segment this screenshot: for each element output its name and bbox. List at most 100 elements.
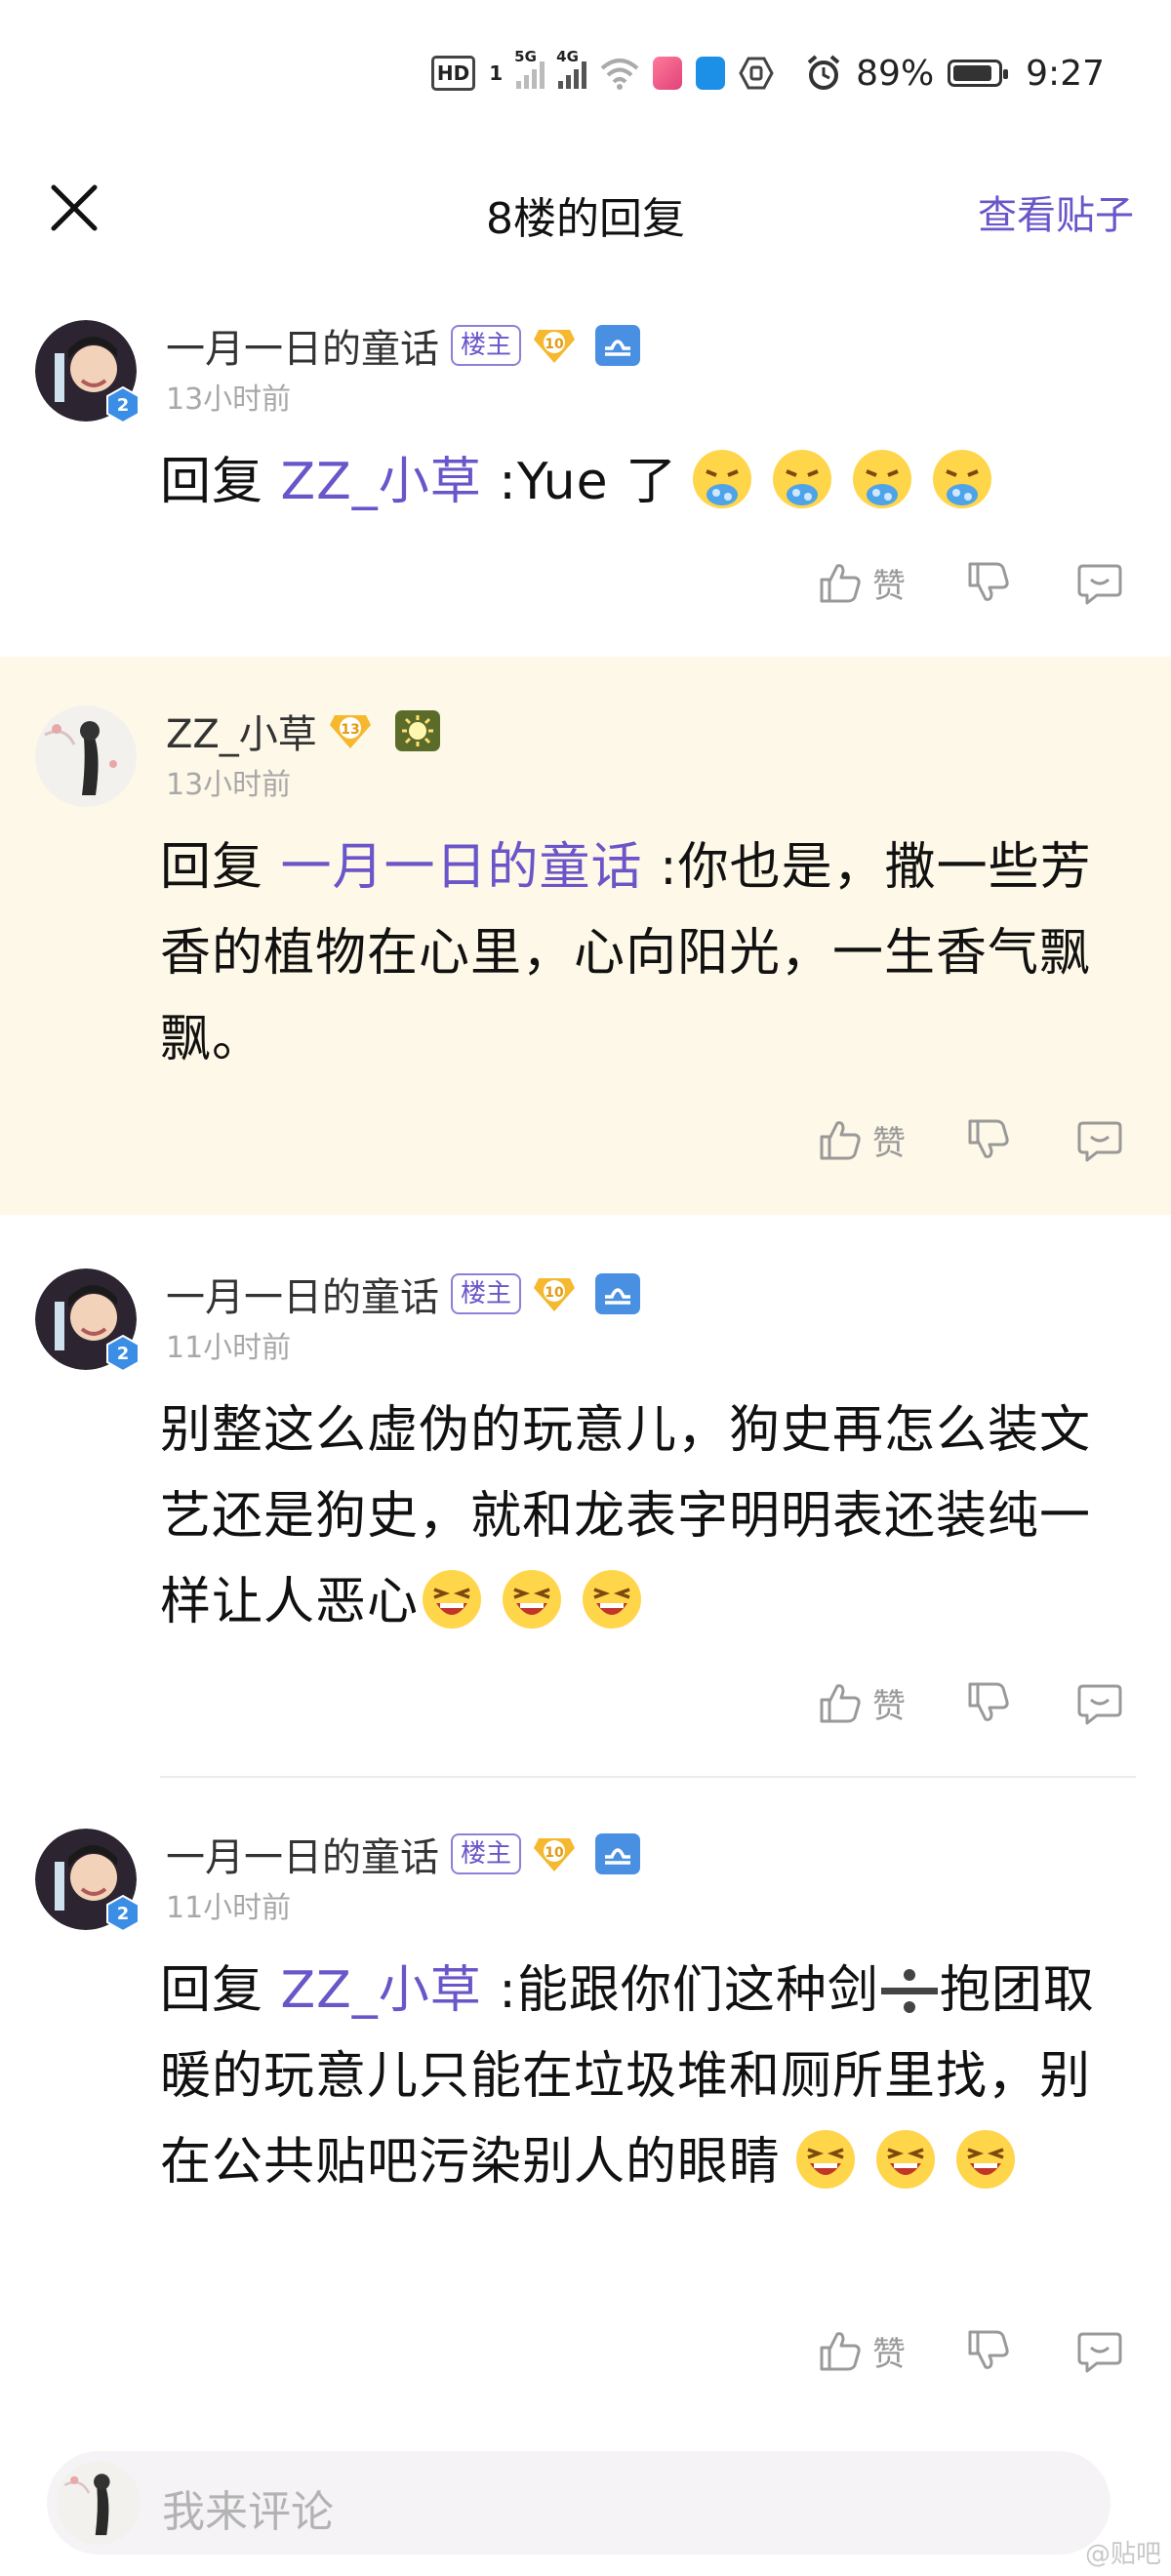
reply-item: 2 一月一日的童话 楼主 10 11小时前 回复 ZZ_小草 :能跟你们这种剑抱…	[0, 1780, 1171, 2414]
watermark: @贴吧	[1084, 2540, 1161, 2569]
dislike-button[interactable]	[964, 1678, 1013, 1727]
top-bar: 8楼的回复 查看贴子	[0, 146, 1171, 273]
laughing-emoji-icon	[423, 1570, 482, 1629]
host-tag: 楼主	[451, 1273, 522, 1314]
username[interactable]: 一月一日的童话	[166, 317, 439, 374]
shield-icon	[739, 57, 774, 90]
laughing-emoji-icon	[956, 2130, 1016, 2189]
thumbs-down-icon	[968, 1119, 1009, 1158]
libra-icon	[595, 325, 641, 366]
battery-fill	[953, 65, 992, 81]
hd-icon: HD	[430, 56, 476, 91]
laughing-emoji-icon	[796, 2130, 856, 2189]
libra-icon	[595, 1273, 641, 1314]
like-button[interactable]: 赞	[816, 1115, 964, 1164]
thumbs-up-icon	[820, 564, 861, 603]
post-time: 11小时前	[166, 1331, 292, 1365]
sun-badge-icon	[394, 710, 440, 751]
dislike-button[interactable]	[964, 2326, 1013, 2375]
username[interactable]: ZZ_小草	[166, 703, 317, 759]
mention-link[interactable]: ZZ_小草	[281, 453, 482, 511]
reply-button[interactable]	[1075, 1678, 1124, 1727]
reply-content: 回复 一月一日的童话 :你也是，撒一些芳香的植物在心里，心向阳光，一生香气飘飘。	[160, 825, 1122, 1082]
svg-text:13: 13	[341, 722, 359, 738]
host-tag: 楼主	[451, 325, 522, 366]
like-button[interactable]: 赞	[816, 1678, 964, 1727]
thumbs-down-icon	[968, 2330, 1009, 2369]
reply-prefix: 回复	[160, 1961, 281, 2020]
like-button[interactable]: 赞	[816, 558, 964, 607]
wifi-icon	[600, 59, 639, 90]
reply-text: :能跟你们这种剑	[481, 1961, 879, 2020]
signal-4g-label: 4G	[556, 48, 579, 65]
signal-5g-icon: 5G	[514, 48, 545, 89]
vomit-emoji-icon	[933, 450, 992, 508]
username[interactable]: 一月一日的童话	[166, 1826, 439, 1882]
svg-text:2: 2	[117, 1904, 130, 1924]
mention-link[interactable]: ZZ_小草	[281, 1961, 482, 2020]
reply-prefix: 回复	[160, 838, 281, 897]
alarm-icon	[807, 55, 840, 90]
signal-4g-icon: 4G	[556, 48, 587, 89]
thumbs-up-icon	[820, 2332, 861, 2371]
dislike-button[interactable]	[964, 558, 1013, 607]
user-level-badge: 2	[106, 1895, 140, 1932]
svg-text:10: 10	[545, 1845, 564, 1861]
post-time: 13小时前	[166, 382, 292, 417]
mention-link[interactable]: 一月一日的童话	[281, 838, 643, 897]
like-label: 赞	[872, 1686, 906, 1726]
username[interactable]: 一月一日的童话	[166, 1266, 439, 1322]
comment-input[interactable]: 我来评论	[47, 2451, 1110, 2555]
reply-text: :Yue 了	[481, 453, 678, 511]
reply-actions: 赞	[816, 1115, 1124, 1164]
clock: 9:27	[1026, 53, 1105, 94]
reply-button[interactable]	[1075, 1115, 1124, 1164]
app-notification-icon	[653, 57, 683, 90]
comment-icon	[1077, 1121, 1122, 1162]
comment-icon	[1077, 1684, 1122, 1725]
vip-level-icon: 10	[534, 1838, 576, 1872]
comment-bar: 我来评论 @贴吧	[0, 2420, 1171, 2576]
svg-text:2: 2	[117, 395, 130, 416]
avatar[interactable]	[35, 705, 137, 807]
vomit-emoji-icon	[773, 450, 832, 508]
reply-content: 回复 ZZ_小草 :Yue 了	[160, 439, 1122, 525]
host-tag: 楼主	[451, 1833, 522, 1874]
view-post-link[interactable]: 查看贴子	[978, 183, 1134, 240]
vip-level-icon: 10	[534, 330, 576, 363]
libra-icon	[595, 1833, 641, 1874]
user-level-badge: 2	[106, 1335, 140, 1372]
svg-text:10: 10	[545, 1285, 564, 1301]
weather-app-icon	[696, 57, 726, 90]
avatar[interactable]: 2	[35, 320, 140, 423]
post-time: 11小时前	[166, 1891, 292, 1925]
reply-actions: 赞	[816, 558, 1124, 607]
reply-button[interactable]	[1075, 2326, 1124, 2375]
like-button[interactable]: 赞	[816, 2326, 964, 2375]
dislike-button[interactable]	[964, 1115, 1013, 1164]
laughing-emoji-icon	[876, 2130, 936, 2189]
avatar[interactable]: 2	[35, 1829, 140, 1932]
reply-item-highlighted: ZZ_小草 13 13小时前 回复 一月一日的童话 :你也是，撒一些芳香的植物在…	[0, 657, 1171, 1215]
reply-content: 回复 ZZ_小草 :能跟你们这种剑 抱团取暖的玩意儿只能在垃圾堆和厕所里找，别在公…	[160, 1948, 1122, 2205]
reply-item: 2 一月一日的童话 楼主 10 13小时前 回复 ZZ_小草 :Yue 了 赞	[0, 293, 1171, 654]
vomit-emoji-icon	[853, 450, 912, 508]
signal-5g-label: 5G	[514, 48, 537, 65]
reply-button[interactable]	[1075, 558, 1124, 607]
battery-icon	[948, 60, 1009, 87]
laughing-emoji-icon	[583, 1570, 642, 1629]
avatar[interactable]: 2	[35, 1268, 140, 1372]
comment-placeholder: 我来评论	[162, 2487, 334, 2537]
vip-level-icon: 10	[534, 1278, 576, 1311]
divide-sign-icon	[880, 1969, 938, 2013]
my-avatar	[57, 2461, 141, 2545]
reply-prefix: 回复	[160, 453, 281, 511]
reply-item: 2 一月一日的童话 楼主 10 11小时前 别整这么虚伪的玩意儿，狗史再怎么装文…	[0, 1220, 1171, 1778]
thumbs-down-icon	[968, 1682, 1009, 1721]
sim-icon: 1	[489, 61, 504, 85]
status-bar: HD 1 5G 4G 89% 9:27	[0, 0, 1171, 146]
thumbs-up-icon	[820, 1121, 861, 1160]
comment-icon	[1077, 2332, 1122, 2373]
like-label: 赞	[872, 2334, 906, 2374]
like-label: 赞	[872, 566, 906, 606]
